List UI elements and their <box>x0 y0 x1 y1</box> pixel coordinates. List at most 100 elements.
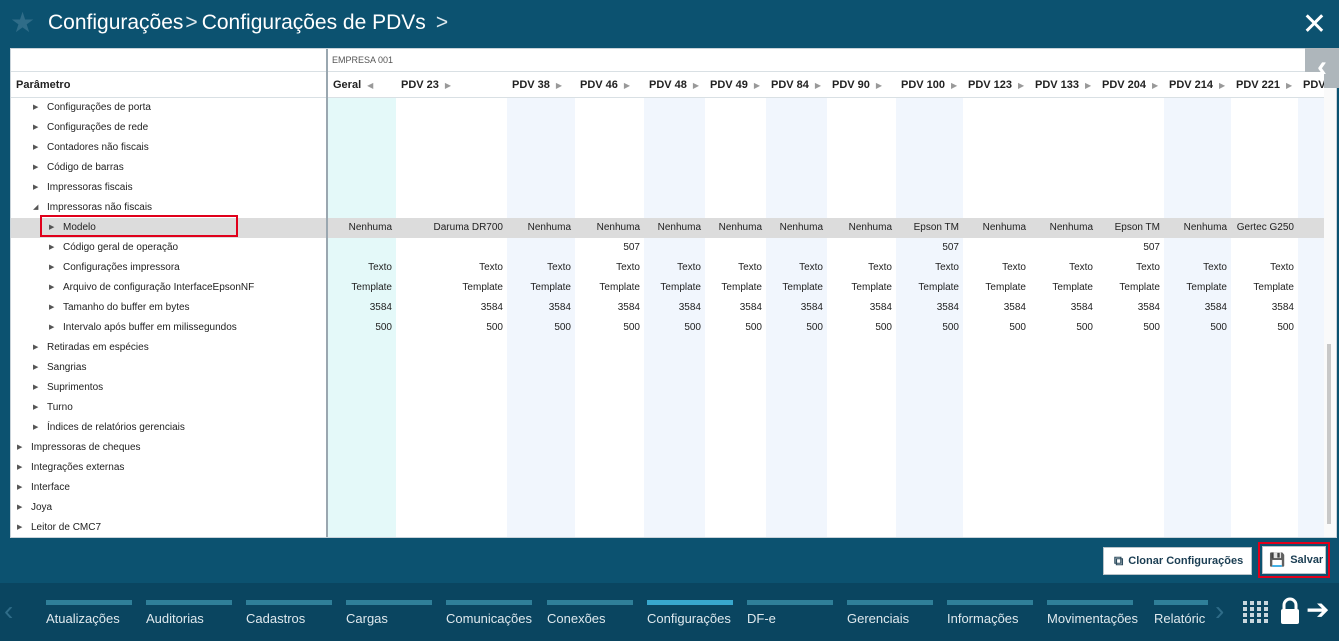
tree-row[interactable]: ▶ Tamanho do buffer em bytes <box>11 298 326 318</box>
tree-row[interactable]: ▶ Interface <box>11 478 326 498</box>
footer-tab[interactable]: Atualizações <box>46 600 132 640</box>
tree-row[interactable]: ▶ Joya <box>11 498 326 518</box>
column-header[interactable]: PDV 49 ▶ <box>705 72 766 98</box>
tree-row[interactable]: ▶ Retiradas em espécies <box>11 338 326 358</box>
sort-icon[interactable]: ▶ <box>951 81 957 90</box>
cell-intervalo[interactable]: 500 <box>1076 318 1093 338</box>
cell-modelo[interactable]: Nenhuma <box>1050 218 1093 238</box>
cell-buffer[interactable]: 3584 <box>801 298 823 318</box>
scroll-right-icon[interactable]: › <box>1215 595 1224 627</box>
column-header[interactable]: PDV 38 ▶ <box>507 72 575 98</box>
column-header[interactable]: PDV 90 ▶ <box>827 72 896 98</box>
cell-buffer[interactable]: 3584 <box>679 298 701 318</box>
cell-modelo[interactable]: Nenhuma <box>849 218 892 238</box>
cell-intervalo[interactable]: 500 <box>375 318 392 338</box>
tree-row[interactable]: ▶ Intervalo após buffer em milissegundos <box>11 318 326 338</box>
triangle-right-icon[interactable]: ▶ <box>49 298 54 318</box>
sort-icon[interactable]: ▶ <box>1152 81 1158 90</box>
footer-tab[interactable]: Comunicações <box>446 600 532 640</box>
triangle-right-icon[interactable]: ▶ <box>33 178 38 198</box>
cell-modelo[interactable]: Nenhuma <box>983 218 1026 238</box>
cell-buffer[interactable]: 3584 <box>1071 298 1093 318</box>
tree-row[interactable]: ▶ Impressoras fiscais <box>11 178 326 198</box>
vertical-scrollbar[interactable] <box>1322 49 1336 537</box>
cell-modelo[interactable]: Nenhuma <box>528 218 571 238</box>
breadcrumb-item-pdvs[interactable]: Configurações de PDVs <box>202 11 426 34</box>
footer-tab[interactable]: Movimentações <box>1047 600 1138 640</box>
cell-intervalo[interactable]: 500 <box>623 318 640 338</box>
scroll-left-icon[interactable]: ‹ <box>4 595 13 627</box>
triangle-right-icon[interactable]: ▶ <box>33 118 38 138</box>
footer-tab[interactable]: Auditorias <box>146 600 232 640</box>
footer-tab[interactable]: Gerenciais <box>847 600 933 640</box>
cell-buffer[interactable]: 3584 <box>481 298 503 318</box>
cell-buffer[interactable]: 3584 <box>370 298 392 318</box>
cell-config[interactable]: Texto <box>616 258 640 278</box>
scrollbar-thumb[interactable] <box>1327 344 1331 524</box>
footer-tab[interactable]: Informações <box>947 600 1033 640</box>
triangle-right-icon[interactable]: ▶ <box>49 278 54 298</box>
cell-intervalo[interactable]: 500 <box>1009 318 1026 338</box>
cell-arquivo[interactable]: Template <box>1186 278 1227 298</box>
cell-arquivo[interactable]: Template <box>851 278 892 298</box>
triangle-right-icon[interactable]: ▶ <box>33 418 38 438</box>
triangle-right-icon[interactable]: ▶ <box>33 338 38 358</box>
tree-row[interactable]: ▶ Sangrias <box>11 358 326 378</box>
cell-config[interactable]: Texto <box>1002 258 1026 278</box>
tree-row[interactable]: ▶ Configurações de rede <box>11 118 326 138</box>
tree-row[interactable]: ▶ Arquivo de configuração InterfaceEpsonN… <box>11 278 326 298</box>
cell-arquivo[interactable]: Template <box>1052 278 1093 298</box>
logout-arrow-icon[interactable]: ➔ <box>1306 593 1329 626</box>
cell-arquivo[interactable]: Template <box>660 278 701 298</box>
sort-icon[interactable]: ▶ <box>876 81 882 90</box>
tree-row[interactable]: ▶ Impressoras de cheques <box>11 438 326 458</box>
triangle-right-icon[interactable]: ▶ <box>49 258 54 278</box>
cell-arquivo[interactable]: Template <box>599 278 640 298</box>
close-icon[interactable]: ✕ <box>1302 10 1327 40</box>
triangle-right-icon[interactable]: ▶ <box>33 358 38 378</box>
cell-config[interactable]: Texto <box>479 258 503 278</box>
cell-intervalo[interactable]: 500 <box>684 318 701 338</box>
cell-modelo[interactable]: Epson TM <box>914 218 959 238</box>
cell-codigo[interactable]: 507 <box>1143 238 1160 258</box>
cell-codigo[interactable]: 507 <box>623 238 640 258</box>
cell-buffer[interactable]: 3584 <box>1004 298 1026 318</box>
tree-row[interactable]: ▶ Integrações externas <box>11 458 326 478</box>
cell-buffer[interactable]: 3584 <box>549 298 571 318</box>
cell-config[interactable]: Texto <box>868 258 892 278</box>
cell-intervalo[interactable]: 500 <box>554 318 571 338</box>
triangle-right-icon[interactable]: ▶ <box>17 438 22 458</box>
footer-tab[interactable]: Cadastros <box>246 600 332 640</box>
footer-tab[interactable]: Cargas <box>346 600 432 640</box>
column-header[interactable]: PDV 84 ▶ <box>766 72 827 98</box>
cell-modelo[interactable]: Nenhuma <box>597 218 640 238</box>
cell-config[interactable]: Texto <box>1203 258 1227 278</box>
cell-buffer[interactable]: 3584 <box>937 298 959 318</box>
column-header[interactable]: PDV 100 ▶ <box>896 72 963 98</box>
triangle-right-icon[interactable]: ▶ <box>33 98 38 118</box>
sort-icon[interactable]: ▶ <box>556 81 562 90</box>
cell-intervalo[interactable]: 500 <box>1277 318 1294 338</box>
triangle-right-icon[interactable]: ▶ <box>49 238 54 258</box>
column-header[interactable]: PDV 46 ▶ <box>575 72 644 98</box>
cell-arquivo[interactable]: Template <box>985 278 1026 298</box>
tree-row[interactable]: ▶ Contadores não fiscais <box>11 138 326 158</box>
footer-tab[interactable]: DF-e <box>747 600 833 640</box>
cell-config[interactable]: Texto <box>935 258 959 278</box>
cell-arquivo[interactable]: Template <box>351 278 392 298</box>
cell-config[interactable]: Texto <box>547 258 571 278</box>
column-header[interactable]: PDV 204 ▶ <box>1097 72 1164 98</box>
triangle-down-icon[interactable]: ◢ <box>33 198 38 218</box>
cell-config[interactable]: Texto <box>1270 258 1294 278</box>
footer-tab[interactable]: Relatóric <box>1154 600 1208 640</box>
tree-row[interactable]: ▶ Leitor de CMC7 <box>11 518 326 537</box>
sort-icon[interactable]: ▶ <box>624 81 630 90</box>
cell-arquivo[interactable]: Template <box>1253 278 1294 298</box>
cell-intervalo[interactable]: 500 <box>1210 318 1227 338</box>
tree-row[interactable]: ▶ Turno <box>11 398 326 418</box>
cell-modelo[interactable]: Nenhuma <box>349 218 392 238</box>
clone-configurations-button[interactable]: ⧉ Clonar Configurações <box>1103 547 1252 575</box>
cell-config[interactable]: Texto <box>368 258 392 278</box>
cell-arquivo[interactable]: Template <box>721 278 762 298</box>
cell-buffer[interactable]: 3584 <box>1205 298 1227 318</box>
